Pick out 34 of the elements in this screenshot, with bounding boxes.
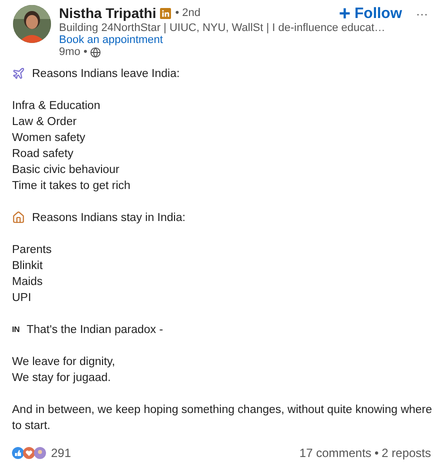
post-text-line: We stay for jugaad. (12, 370, 111, 386)
reposts-link[interactable]: 2 reposts (382, 444, 431, 462)
post-text-line: Road safety (12, 146, 74, 162)
book-appointment-link[interactable]: Book an appointment (59, 34, 399, 46)
more-button[interactable]: ··· (416, 5, 430, 23)
post-text-line: Infra & Education (12, 98, 100, 114)
flag-text: IN (12, 324, 20, 336)
post-text-line: Basic civic behaviour (12, 162, 120, 178)
post-text-line: Reasons Indians stay in India: (32, 210, 186, 226)
house-icon (12, 211, 25, 224)
separator-dot: • (374, 444, 379, 462)
post-text-line: UPI (12, 290, 32, 306)
post-text-line: Law & Order (12, 114, 77, 130)
follow-button[interactable]: + Follow (338, 5, 402, 23)
post-time: 9mo • (59, 46, 88, 58)
airplane-icon (12, 67, 25, 80)
post-text-line: We leave for dignity, (12, 354, 116, 370)
reactions-icon (12, 446, 48, 458)
avatar[interactable] (13, 5, 51, 43)
post-text-line: Women safety (12, 130, 86, 146)
post-text-line: Maids (12, 274, 43, 290)
post-text-line: Parents (12, 242, 52, 258)
premium-badge-icon (160, 8, 172, 19)
connection-degree: • 2nd (175, 6, 200, 21)
author-headline: Building 24NorthStar | UIUC, NYU, WallSt | I de-influence educat… (59, 22, 386, 34)
post-text-line: That's the Indian paradox - (26, 322, 164, 338)
post-text-line: Blinkit (12, 258, 43, 274)
comments-link[interactable]: 17 comments (299, 444, 372, 462)
post-text-line: Reasons Indians leave India: (32, 66, 180, 82)
globe-icon (90, 46, 102, 58)
reaction-count[interactable]: 291 (51, 444, 72, 462)
post-text-line: Time it takes to get rich (12, 178, 130, 194)
author-name[interactable]: Nistha Tripathi (59, 5, 156, 22)
post-text-line: And in between, we keep hoping something changes, without quite knowing where to start. (12, 402, 434, 434)
